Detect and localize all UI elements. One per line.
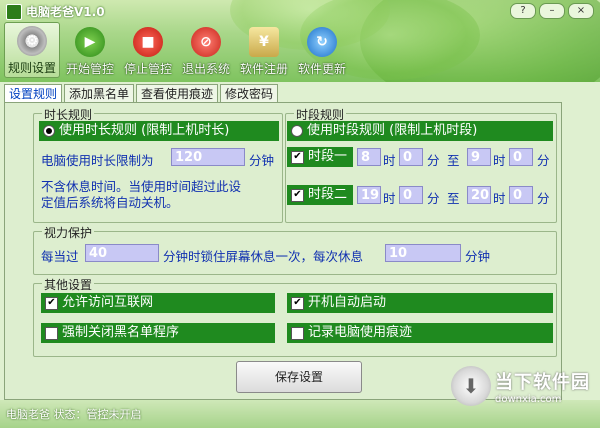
rules-panel: 时长规则 使用时长规则 (限制上机时长) 电脑使用时长限制为 120 分钟 不含…: [4, 102, 562, 400]
period1-toggle[interactable]: ✔ 时段一: [287, 147, 353, 167]
autostart-checkbox[interactable]: ✔: [291, 296, 304, 310]
exit-system-label: 退出系统: [181, 62, 230, 76]
tab-rules[interactable]: 设置规则: [4, 84, 63, 104]
period2-label: 时段二: [308, 187, 348, 202]
other-settings-title: 其他设置: [42, 276, 95, 293]
autostart-label: 开机自动启动: [308, 295, 387, 310]
watermark: ⬇ 当下软件园 downxia.com: [451, 366, 590, 406]
status-text: 电脑老爸 状态：管控未开启: [6, 408, 142, 421]
period1-start-hour[interactable]: 8: [357, 148, 381, 166]
exit-icon: ⊘: [191, 27, 221, 57]
app-icon: [6, 3, 22, 20]
vision-suffix: 分钟: [465, 249, 491, 264]
start-control-button[interactable]: ▶ 开始管控: [62, 22, 118, 78]
duration-limit-unit: 分钟: [249, 153, 275, 168]
duration-radio[interactable]: [43, 125, 55, 137]
record-usage-checkbox[interactable]: [291, 326, 304, 340]
register-button[interactable]: ¥ 软件注册: [236, 22, 292, 78]
header: 电脑老爸V1.0 ? – × ⚙ 规则设置 ▶ 开始管控 ■ 停止管控 ⊘ 退出…: [0, 0, 600, 82]
window-controls: ? – ×: [510, 3, 594, 19]
allow-internet-checkbox[interactable]: ✔: [45, 296, 58, 310]
period2-end-hour[interactable]: 20: [467, 186, 491, 204]
stop-icon: ■: [133, 27, 163, 57]
record-usage-option[interactable]: 记录电脑使用痕迹: [287, 323, 553, 343]
hour-label: 时: [493, 153, 506, 168]
minute-label: 分: [427, 153, 440, 168]
close-button[interactable]: ×: [568, 3, 594, 19]
period1-start-minute[interactable]: 0: [399, 148, 423, 166]
minute-label: 分: [427, 191, 440, 206]
rules-settings-button[interactable]: ⚙ 规则设置: [4, 22, 60, 78]
toolbar: ⚙ 规则设置 ▶ 开始管控 ■ 停止管控 ⊘ 退出系统 ¥ 软件注册 ↻ 软件更…: [4, 22, 350, 78]
play-icon: ▶: [75, 27, 105, 57]
stop-control-label: 停止管控: [123, 62, 172, 76]
register-icon: ¥: [249, 27, 279, 57]
start-control-label: 开始管控: [65, 62, 114, 76]
record-usage-label: 记录电脑使用痕迹: [308, 325, 413, 340]
to-label: 至: [447, 153, 460, 168]
force-close-label: 强制关闭黑名单程序: [62, 325, 180, 340]
tab-bar: 设置规则 添加黑名单 查看使用痕迹 修改密码: [4, 84, 279, 104]
force-close-checkbox[interactable]: [45, 326, 58, 340]
minute-label: 分: [537, 153, 550, 168]
minimize-button[interactable]: –: [539, 3, 565, 19]
update-button[interactable]: ↻ 软件更新: [294, 22, 350, 78]
vision-protection-title: 视力保护: [42, 224, 95, 241]
watermark-title: 当下软件园: [495, 371, 590, 393]
register-label: 软件注册: [239, 62, 288, 76]
vision-middle-text: 分钟时锁住屏幕休息一次，每次休息: [163, 249, 364, 264]
period2-checkbox[interactable]: ✔: [291, 188, 304, 202]
app-window: 电脑老爸V1.0 ? – × ⚙ 规则设置 ▶ 开始管控 ■ 停止管控 ⊘ 退出…: [0, 0, 600, 428]
update-label: 软件更新: [297, 62, 346, 76]
hour-label: 时: [493, 191, 506, 206]
update-icon: ↻: [307, 27, 337, 57]
period-option-label: 使用时段规则 (限制上机时段): [307, 123, 478, 138]
period1-end-hour[interactable]: 9: [467, 148, 491, 166]
period-radio[interactable]: [291, 125, 303, 137]
duration-rule-option[interactable]: 使用时长规则 (限制上机时长): [39, 121, 279, 141]
duration-note-2: 定值后系统将自动关机。: [41, 195, 179, 210]
tab-usage-traces[interactable]: 查看使用痕迹: [136, 84, 219, 103]
period2-toggle[interactable]: ✔ 时段二: [287, 185, 353, 205]
exit-system-button[interactable]: ⊘ 退出系统: [178, 22, 234, 78]
watermark-url: downxia.com: [495, 393, 562, 405]
period2-start-minute[interactable]: 0: [399, 186, 423, 204]
period1-label: 时段一: [308, 149, 348, 164]
duration-option-label: 使用时长规则 (限制上机时长): [59, 123, 230, 138]
save-settings-button[interactable]: 保存设置: [236, 361, 362, 393]
minute-label: 分: [537, 191, 550, 206]
period-rule-option[interactable]: 使用时段规则 (限制上机时段): [287, 121, 553, 141]
gear-icon: ⚙: [17, 26, 47, 56]
duration-limit-label: 电脑使用时长限制为: [41, 153, 154, 168]
vision-prefix: 每当过: [41, 249, 79, 264]
help-button[interactable]: ?: [510, 3, 536, 19]
window-title-text: 电脑老爸V1.0: [26, 5, 105, 19]
period2-start-hour[interactable]: 19: [357, 186, 381, 204]
window-title: 电脑老爸V1.0: [6, 3, 105, 20]
period1-checkbox[interactable]: ✔: [291, 150, 304, 164]
period2-end-minute[interactable]: 0: [509, 186, 533, 204]
vision-rest-input[interactable]: 10: [385, 244, 461, 262]
hour-label: 时: [383, 153, 396, 168]
allow-internet-option[interactable]: ✔ 允许访问互联网: [41, 293, 275, 313]
stop-control-button[interactable]: ■ 停止管控: [120, 22, 176, 78]
allow-internet-label: 允许访问互联网: [62, 295, 154, 310]
tab-password[interactable]: 修改密码: [220, 84, 279, 103]
download-arrow-icon: ⬇: [451, 366, 491, 406]
to-label: 至: [447, 191, 460, 206]
force-close-option[interactable]: 强制关闭黑名单程序: [41, 323, 275, 343]
tab-blacklist[interactable]: 添加黑名单: [64, 84, 135, 103]
duration-limit-input[interactable]: 120: [171, 148, 245, 166]
autostart-option[interactable]: ✔ 开机自动启动: [287, 293, 553, 313]
period1-end-minute[interactable]: 0: [509, 148, 533, 166]
vision-interval-input[interactable]: 40: [85, 244, 159, 262]
rules-settings-label: 规则设置: [7, 61, 56, 75]
hour-label: 时: [383, 191, 396, 206]
